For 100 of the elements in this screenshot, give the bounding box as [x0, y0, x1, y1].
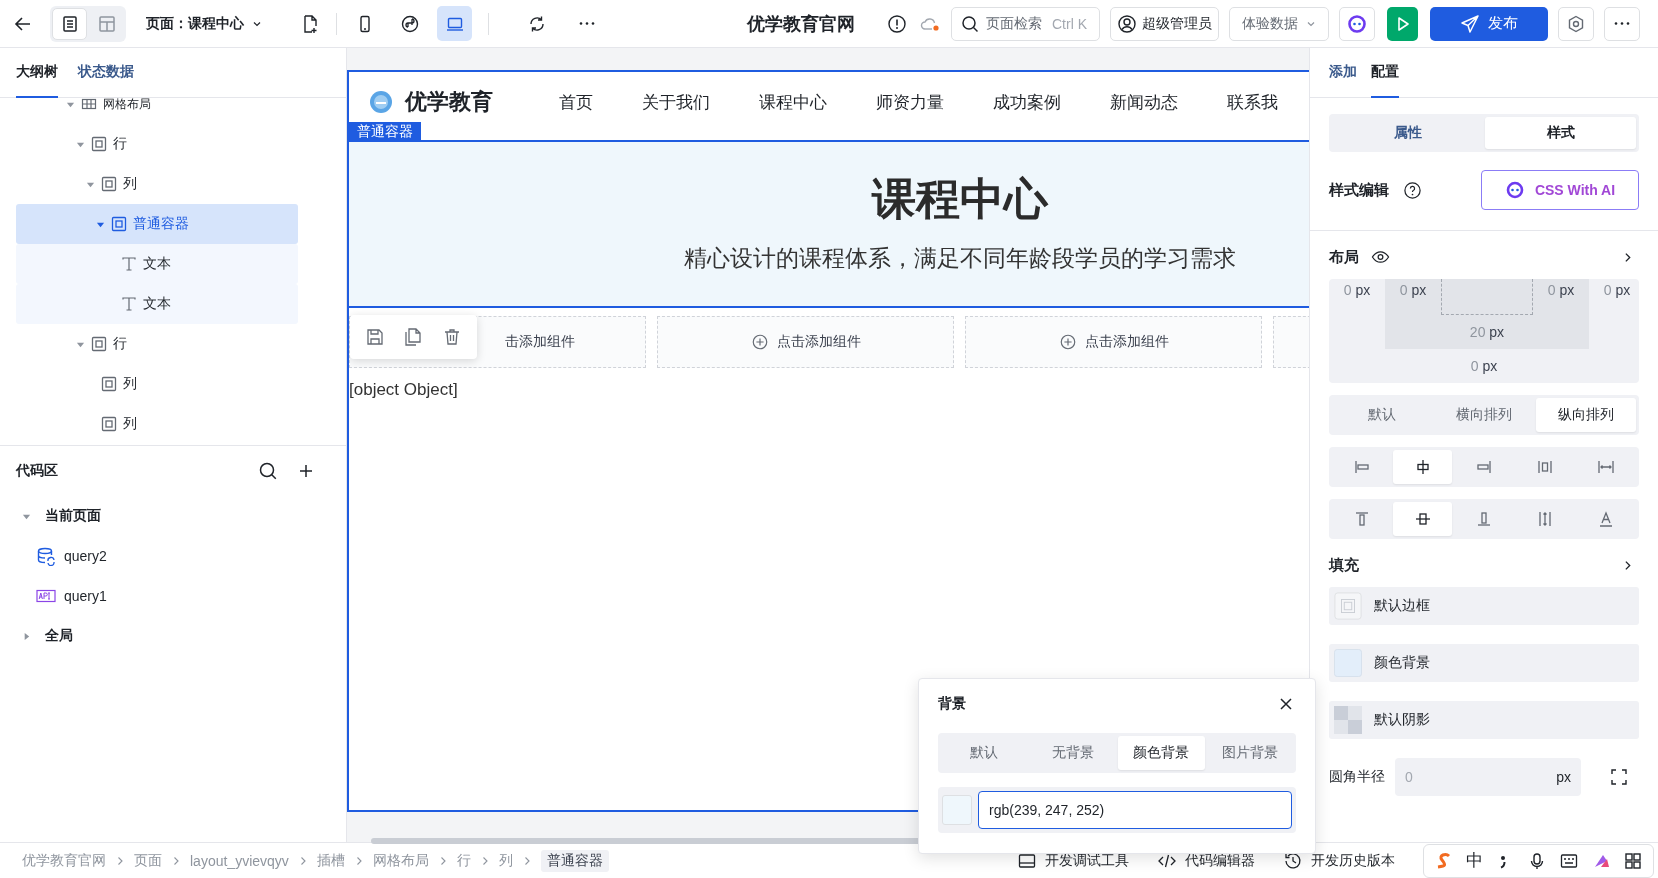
panel-tab[interactable]: 添加	[1329, 48, 1357, 98]
grid-icon	[81, 98, 97, 112]
shadow-swatch-icon	[1334, 706, 1362, 734]
container-icon	[91, 336, 107, 352]
code-group[interactable]: 全局	[16, 616, 330, 656]
color-swatch[interactable]	[942, 795, 972, 825]
preview-button[interactable]	[1387, 6, 1418, 41]
copy-icon[interactable]	[403, 327, 424, 347]
logo-icon	[369, 90, 393, 114]
fullscreen-icon[interactable]	[1609, 767, 1629, 787]
send-icon	[1460, 13, 1480, 34]
fill-option[interactable]: 默认边框	[1329, 587, 1639, 625]
settings-button[interactable]	[1558, 6, 1594, 41]
nav-link[interactable]: 师资力量	[876, 90, 944, 114]
radius-field[interactable]: 0 px	[1395, 758, 1581, 796]
tree-item[interactable]: 行	[16, 324, 298, 364]
panel-tab[interactable]: 状态数据	[78, 48, 134, 98]
tree-item[interactable]: 普通容器	[16, 204, 298, 244]
layout-icon	[96, 13, 117, 34]
data-mode-dropdown[interactable]: 体验数据	[1229, 6, 1329, 41]
ime-mode[interactable]: 中	[1466, 849, 1483, 872]
hero-banner[interactable]: 课程中心 精心设计的课程体系，满足不同年龄段学员的学习需求	[349, 140, 1309, 308]
mode-tab[interactable]: 样式	[1485, 117, 1636, 149]
text-icon	[121, 256, 137, 272]
container-icon	[101, 176, 117, 192]
page-selector[interactable]: 页面：课程中心	[146, 14, 262, 33]
align-option[interactable]	[1393, 502, 1453, 536]
search-field[interactable]: 页面检索 Ctrl K	[951, 6, 1100, 41]
background-type-tab[interactable]: 图片背景	[1206, 736, 1293, 770]
nav-link[interactable]: 成功案例	[993, 90, 1061, 114]
margin-value[interactable]: 0 px	[1329, 279, 1385, 301]
user-icon	[1117, 13, 1137, 34]
tree-item[interactable]: 列	[16, 364, 298, 404]
dev-tool-button[interactable]: 开发调试工具	[1017, 850, 1129, 871]
background-type-tab[interactable]: 颜色背景	[1118, 736, 1205, 770]
outline-view-button[interactable]	[52, 7, 87, 40]
apps-icon[interactable]	[1623, 850, 1643, 871]
panel-tab[interactable]: 大纲树	[16, 48, 58, 98]
container-icon	[111, 216, 127, 232]
fill-option[interactable]: 颜色背景	[1329, 644, 1639, 682]
nav-link[interactable]: 联系我	[1227, 90, 1278, 114]
chevron-right-icon	[171, 855, 181, 866]
component-slot[interactable]: 点击添加组件	[657, 316, 954, 368]
direction-option[interactable]: 纵向排列	[1536, 398, 1636, 432]
warning-icon[interactable]	[887, 13, 907, 34]
component-slot[interactable]: 点击添加组件	[965, 316, 1262, 368]
color-input[interactable]: rgb(239, 247, 252)	[978, 791, 1292, 829]
section-title: 布局	[1329, 247, 1359, 267]
padding-value[interactable]: 20 px	[1469, 315, 1505, 349]
nav-link[interactable]: 首页	[559, 90, 593, 114]
publish-button[interactable]: 发布	[1430, 6, 1548, 41]
hero-subtitle: 精心设计的课程体系，满足不同年龄段学员的学习需求	[684, 244, 1236, 273]
help-icon[interactable]	[1403, 180, 1422, 200]
margin-value[interactable]: 0 px	[1589, 279, 1645, 301]
padding-value[interactable]: 0 px	[1385, 279, 1441, 315]
more-icon[interactable]	[579, 22, 595, 25]
breadcrumb-item[interactable]: 普通容器	[540, 849, 609, 872]
direction-option[interactable]: 横向排列	[1434, 398, 1534, 432]
css-ai-button[interactable]: CSS With AI	[1481, 170, 1639, 210]
background-type-tab[interactable]: 默认	[941, 736, 1028, 770]
search-icon[interactable]	[258, 461, 278, 481]
direction-option[interactable]: 默认	[1332, 398, 1432, 432]
text-icon	[121, 296, 137, 312]
code-group[interactable]: 当前页面	[16, 496, 330, 536]
ai-assistant-button[interactable]	[1339, 6, 1375, 41]
hero-title: 课程中心	[872, 173, 1048, 225]
nav-link[interactable]: 关于我们	[642, 90, 710, 114]
user-button[interactable]: 超级管理员	[1110, 6, 1219, 41]
nav-link[interactable]: 课程中心	[759, 90, 827, 114]
padding-value[interactable]: 0 px	[1533, 279, 1589, 315]
tree-item[interactable]: 列	[16, 404, 298, 444]
margin-value[interactable]: 0 px	[1329, 349, 1639, 383]
code-item[interactable]: query1	[16, 576, 330, 616]
tree-item[interactable]: 列	[16, 164, 298, 204]
code-item[interactable]: query2	[16, 536, 330, 576]
stray-text: [object Object]	[349, 380, 459, 400]
selection-label: 普通容器	[349, 122, 421, 142]
add-circle-icon	[750, 333, 769, 351]
panel-tab[interactable]: 配置	[1371, 48, 1399, 98]
tree-item[interactable]: 网格布局	[16, 98, 298, 124]
save-icon[interactable]	[365, 327, 386, 347]
fill-option[interactable]: 默认阴影	[1329, 701, 1639, 739]
desktop-view-button[interactable]	[437, 6, 472, 41]
chevron-right-icon	[115, 855, 125, 866]
tree-item[interactable]: 文本	[16, 244, 298, 284]
dev-tool-button[interactable]: 开发历史版本	[1283, 850, 1395, 871]
tree-item[interactable]: 文本	[16, 284, 298, 324]
background-type-tab[interactable]: 无背景	[1029, 736, 1116, 770]
database-icon	[36, 546, 56, 566]
mode-tab[interactable]: 属性	[1332, 117, 1483, 149]
tree-item[interactable]: 行	[16, 124, 298, 164]
robot-icon	[1504, 180, 1525, 200]
nav-link[interactable]: 新闻动态	[1110, 90, 1178, 114]
container-icon	[91, 136, 107, 152]
settings-icon	[1566, 13, 1586, 34]
site-title: 优学教育官网	[747, 12, 855, 36]
align-option[interactable]	[1393, 450, 1453, 484]
dev-tool-button[interactable]: 代码编辑器	[1157, 850, 1255, 871]
add-circle-icon	[1058, 333, 1077, 351]
container-icon	[101, 376, 117, 392]
